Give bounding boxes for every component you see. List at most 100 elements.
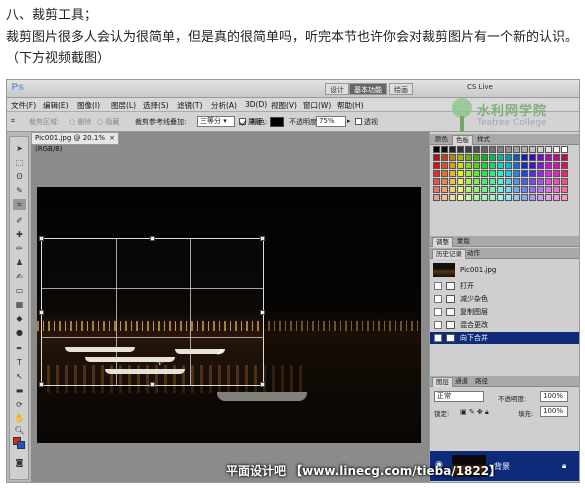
crop-tool-icon[interactable]: ⌗ (13, 199, 26, 210)
eyedropper-tool-icon[interactable]: ✐ (13, 215, 26, 226)
color-swatch[interactable] (529, 194, 536, 201)
cs-live-button[interactable]: CS Live (467, 83, 493, 91)
hide-radio[interactable]: ○ 隐藏 (97, 117, 119, 127)
history-item[interactable]: 减少杂色 (430, 293, 579, 305)
menu-edit[interactable]: 编辑(E) (43, 100, 69, 111)
color-swatch[interactable] (449, 170, 456, 177)
color-swatch[interactable] (473, 194, 480, 201)
menu-help[interactable]: 帮助(H) (337, 100, 364, 111)
crop-tool-icon[interactable]: ⌗ (11, 117, 15, 126)
tab-masks[interactable]: 蒙版 (454, 237, 473, 246)
color-swatch[interactable] (449, 146, 456, 153)
crop-handle[interactable] (260, 382, 265, 387)
color-swatch[interactable] (561, 186, 568, 193)
blend-mode-select[interactable]: 正常 (434, 391, 484, 402)
color-swatch[interactable] (457, 186, 464, 193)
color-swatch[interactable] (481, 186, 488, 193)
color-swatch[interactable] (529, 170, 536, 177)
color-swatch[interactable] (489, 178, 496, 185)
color-swatch[interactable] (465, 186, 472, 193)
blur-tool-icon[interactable]: ◆ (13, 313, 26, 324)
color-swatch[interactable] (545, 162, 552, 169)
color-swatch[interactable] (561, 194, 568, 201)
color-swatch[interactable] (433, 186, 440, 193)
menu-select[interactable]: 选择(S) (143, 100, 169, 111)
type-tool-icon[interactable]: T (13, 357, 26, 368)
workspace-painting[interactable]: 绘画 (389, 83, 413, 95)
layer-opacity-input[interactable]: 100% (540, 391, 568, 402)
color-swatch[interactable] (465, 170, 472, 177)
color-swatch[interactable] (449, 162, 456, 169)
workspace-essentials[interactable]: 基本功能 (349, 83, 387, 95)
menu-filter[interactable]: 滤镜(T) (177, 100, 202, 111)
color-swatch[interactable] (457, 170, 464, 177)
color-swatch[interactable] (497, 178, 504, 185)
color-swatch[interactable] (537, 194, 544, 201)
color-swatch[interactable] (529, 162, 536, 169)
color-swatch[interactable] (545, 186, 552, 193)
tab-color[interactable]: 颜色 (432, 135, 451, 144)
tab-swatches[interactable]: 色板 (452, 135, 473, 145)
color-swatch[interactable] (449, 194, 456, 201)
color-swatch[interactable] (489, 154, 496, 161)
color-swatch[interactable] (433, 178, 440, 185)
quick-mask-icon[interactable]: ◙ (13, 457, 26, 468)
color-swatch[interactable] (545, 146, 552, 153)
color-swatch[interactable] (497, 154, 504, 161)
color-swatch[interactable] (513, 146, 520, 153)
color-swatch[interactable] (553, 146, 560, 153)
color-swatch[interactable] (489, 170, 496, 177)
lasso-tool-icon[interactable]: ʘ (13, 171, 26, 182)
marquee-tool-icon[interactable]: ⬚ (13, 157, 26, 168)
color-swatch[interactable] (481, 154, 488, 161)
history-checkbox[interactable] (434, 334, 442, 342)
color-swatch[interactable] (529, 178, 536, 185)
color-swatch[interactable] (497, 162, 504, 169)
path-select-tool-icon[interactable]: ↖ (13, 371, 26, 382)
history-snapshot[interactable]: Pic001.jpg (430, 262, 579, 278)
crop-handle[interactable] (39, 236, 44, 241)
color-swatch[interactable] (553, 186, 560, 193)
history-brush-tool-icon[interactable]: ✍ (13, 271, 26, 282)
color-swatch[interactable] (441, 146, 448, 153)
color-swatch[interactable] (545, 154, 552, 161)
color-swatch[interactable] (489, 146, 496, 153)
color-swatch[interactable] (553, 162, 560, 169)
history-checkbox[interactable] (434, 321, 442, 329)
delete-radio[interactable]: ○ 删除 (69, 117, 91, 127)
perspective-checkbox[interactable] (355, 118, 362, 125)
color-swatch[interactable] (513, 170, 520, 177)
menu-3d[interactable]: 3D(D) (245, 100, 267, 109)
stamp-tool-icon[interactable]: ♟ (13, 257, 26, 268)
color-swatch[interactable] (441, 162, 448, 169)
color-swatch[interactable] (497, 146, 504, 153)
color-swatch[interactable] (473, 146, 480, 153)
close-icon[interactable]: × (109, 133, 115, 144)
color-swatch[interactable] (505, 186, 512, 193)
shield-checkbox[interactable] (239, 118, 246, 125)
eraser-tool-icon[interactable]: ▭ (13, 285, 26, 296)
color-swatch[interactable] (529, 154, 536, 161)
color-swatch[interactable] (457, 194, 464, 201)
crop-pivot-icon[interactable]: ✢ (156, 358, 164, 368)
tab-styles[interactable]: 样式 (474, 135, 493, 144)
hand-tool-icon[interactable]: ✋ (13, 413, 26, 424)
color-swatch[interactable] (457, 162, 464, 169)
color-swatch[interactable] (513, 178, 520, 185)
color-swatch[interactable] (473, 170, 480, 177)
pen-tool-icon[interactable]: ✒ (13, 343, 26, 354)
color-swatch[interactable] (513, 162, 520, 169)
color-swatch[interactable] (481, 162, 488, 169)
color-swatch[interactable] (497, 170, 504, 177)
opacity-arrow-icon[interactable]: ▸ (347, 117, 351, 125)
color-swatch[interactable] (545, 178, 552, 185)
color-swatch[interactable] (489, 162, 496, 169)
color-swatch[interactable] (521, 186, 528, 193)
color-swatch[interactable] (441, 186, 448, 193)
color-swatch[interactable] (441, 170, 448, 177)
color-swatch[interactable] (473, 178, 480, 185)
healing-tool-icon[interactable]: ✚ (13, 229, 26, 240)
lock-icons[interactable]: ▣ ✎ ✥ 🔒︎ (460, 408, 489, 417)
color-swatch[interactable] (465, 162, 472, 169)
shape-tool-icon[interactable]: ▬ (13, 385, 26, 396)
